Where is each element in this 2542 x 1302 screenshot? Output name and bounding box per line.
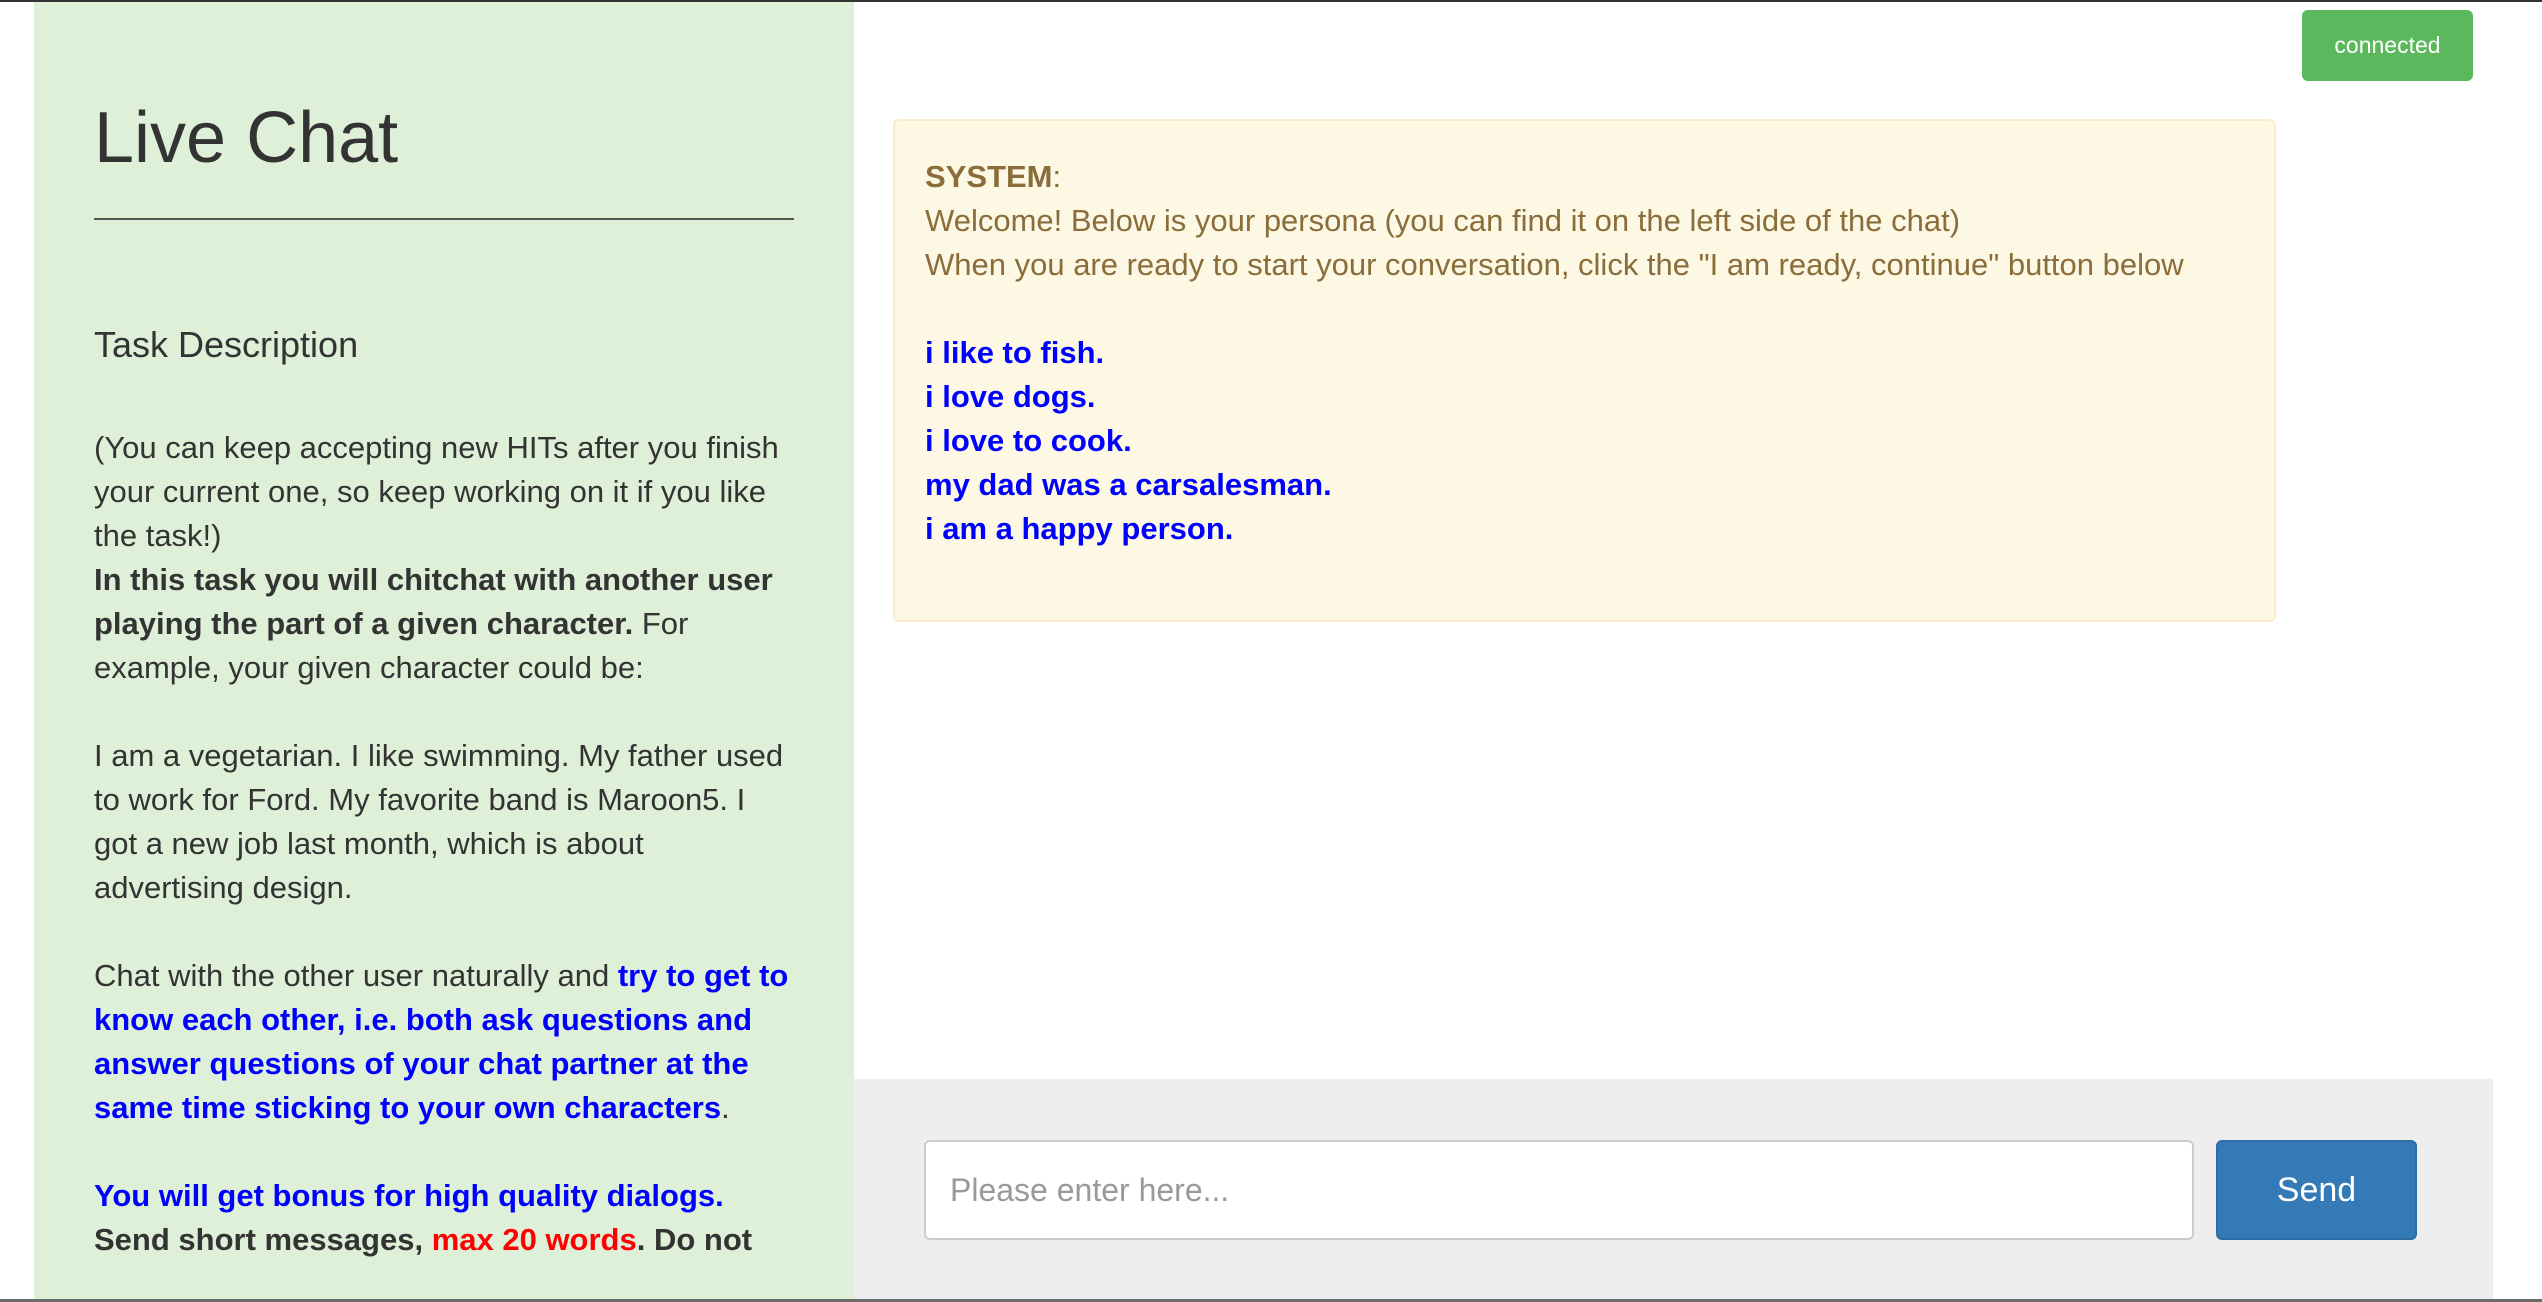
task-sidebar: Live Chat Task Description (You can keep… <box>34 2 854 1299</box>
connection-status-badge: connected <box>2302 10 2473 81</box>
persona-item: i like to fish. <box>925 335 1105 370</box>
system-sender-colon: : <box>1052 159 1062 194</box>
message-composer: Send <box>854 1079 2493 1299</box>
system-welcome-line: Welcome! Below is your persona (you can … <box>925 203 1961 238</box>
persona-item: my dad was a carsalesman. <box>925 467 1332 502</box>
system-message-header: SYSTEM: <box>925 155 2244 199</box>
send-button[interactable]: Send <box>2216 1140 2417 1240</box>
task-intro-text: (You can keep accepting new HITs after y… <box>94 430 779 553</box>
task-intro: (You can keep accepting new HITs after y… <box>94 426 794 558</box>
task-description-heading: Task Description <box>94 324 359 365</box>
message-length-rule: Send short messages, max 20 words. Do no… <box>94 1218 794 1262</box>
system-message-box: SYSTEM: Welcome! Below is your persona (… <box>893 119 2276 622</box>
system-sender-label: SYSTEM <box>925 159 1053 194</box>
chat-instruction-lead: Chat with the other user naturally and <box>94 958 618 993</box>
persona-item: i am a happy person. <box>925 511 1234 546</box>
task-description-body: (You can keep accepting new HITs after y… <box>94 426 794 1262</box>
message-length-limit: max 20 words <box>431 1222 637 1257</box>
title-divider <box>94 218 794 220</box>
system-ready-line: When you are ready to start your convers… <box>925 247 2184 282</box>
task-instruction: In this task you will chitchat with anot… <box>94 558 794 690</box>
message-length-tail: . Do not <box>636 1222 753 1257</box>
message-input[interactable] <box>924 1140 2194 1240</box>
chat-instruction: Chat with the other user naturally and t… <box>94 954 794 1130</box>
bonus-note: You will get bonus for high quality dial… <box>94 1178 724 1213</box>
page-title: Live Chat <box>94 98 399 178</box>
message-length-lead: Send short messages, <box>94 1222 432 1257</box>
example-persona: I am a vegetarian. I like swimming. My f… <box>94 738 784 905</box>
persona-list: i like to fish. i love dogs. i love to c… <box>925 331 2244 551</box>
persona-item: i love dogs. <box>925 379 1096 414</box>
persona-item: i love to cook. <box>925 423 1132 458</box>
chat-instruction-end: . <box>721 1090 730 1125</box>
